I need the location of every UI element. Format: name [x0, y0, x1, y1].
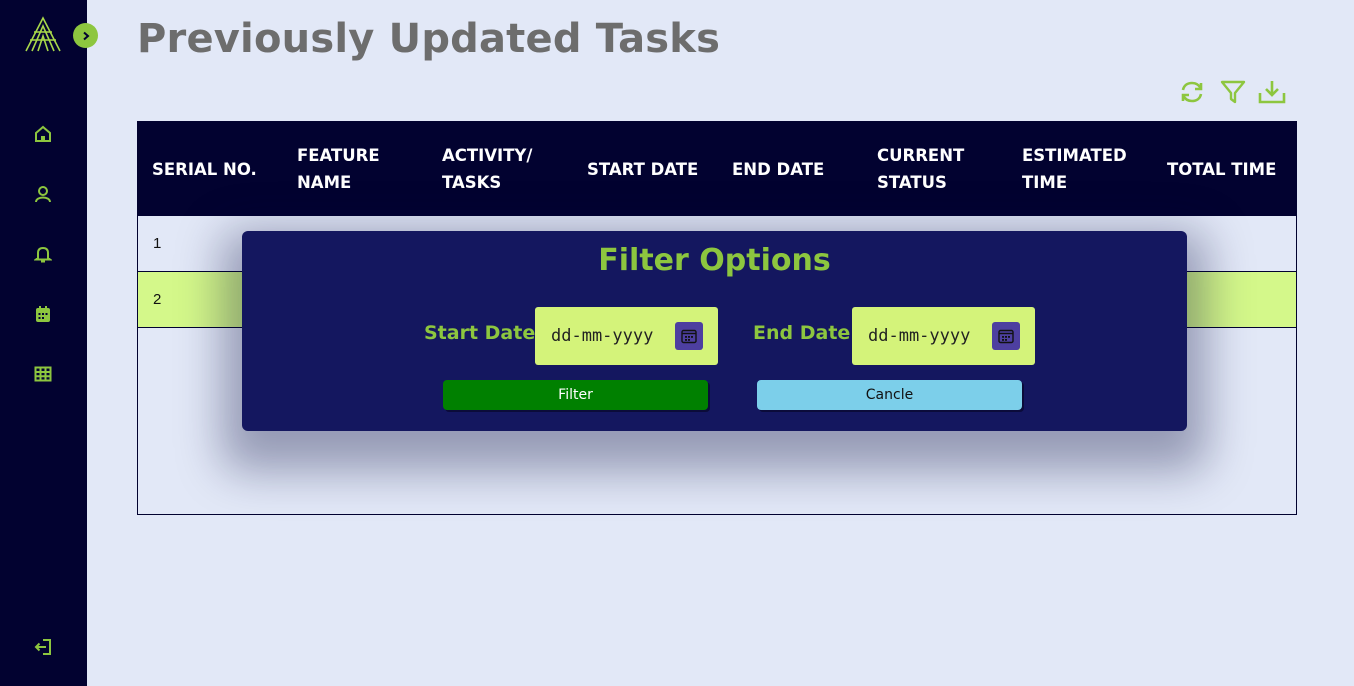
end-date-placeholder: dd-mm-yyyy — [868, 326, 971, 346]
calendar-icon — [34, 305, 52, 327]
end-date-input[interactable]: dd-mm-yyyy — [852, 307, 1035, 365]
download-button[interactable] — [1258, 80, 1286, 108]
start-date-placeholder: dd-mm-yyyy — [551, 326, 654, 346]
page-title: Previously Updated Tasks — [137, 16, 721, 62]
refresh-icon — [1179, 79, 1205, 109]
column-header[interactable]: CURRENT STATUS — [863, 122, 1008, 216]
sidebar-item-calendar[interactable] — [33, 306, 53, 326]
column-header[interactable]: ESTIMATED TIME — [1008, 122, 1153, 216]
table-header: SERIAL NO. FEATURE NAME ACTIVITY/ TASKS … — [138, 122, 1296, 216]
table-grid-icon — [34, 365, 52, 387]
end-date-label: End Date: — [753, 322, 858, 344]
logout-icon — [34, 638, 52, 660]
app-logo[interactable] — [24, 16, 62, 52]
serial-cell: 2 — [153, 291, 162, 308]
end-date-calendar-icon[interactable] — [992, 322, 1020, 350]
download-icon — [1258, 79, 1286, 109]
user-icon — [34, 185, 52, 207]
column-header[interactable]: SERIAL NO. — [138, 122, 283, 216]
home-icon — [34, 125, 52, 147]
filter-icon — [1220, 79, 1246, 109]
sidebar-item-notifications[interactable] — [33, 246, 53, 266]
filter-button[interactable]: Filter — [443, 380, 708, 410]
column-header[interactable]: TOTAL TIME — [1153, 122, 1298, 216]
modal-title: Filter Options — [598, 243, 831, 278]
bell-icon — [33, 245, 53, 267]
cancel-button[interactable]: Cancle — [757, 380, 1022, 410]
column-header[interactable]: FEATURE NAME — [283, 122, 428, 216]
column-header[interactable]: END DATE — [718, 122, 863, 216]
start-date-input[interactable]: dd-mm-yyyy — [535, 307, 718, 365]
chevron-right-icon — [81, 26, 91, 45]
refresh-button[interactable] — [1178, 80, 1206, 108]
sidebar — [0, 0, 98, 686]
column-header[interactable]: START DATE — [573, 122, 718, 216]
start-date-calendar-icon[interactable] — [675, 322, 703, 350]
filter-modal: Filter Options Start Date: dd-mm-yyyy En… — [242, 231, 1187, 431]
filter-button[interactable] — [1219, 80, 1247, 108]
sidebar-item-profile[interactable] — [33, 186, 53, 206]
sidebar-item-grid[interactable] — [33, 366, 53, 386]
sidebar-item-home[interactable] — [33, 125, 53, 147]
sidebar-expand-button[interactable] — [73, 23, 98, 48]
column-header[interactable]: ACTIVITY/ TASKS — [428, 122, 573, 216]
logout-button[interactable] — [33, 639, 53, 659]
start-date-label: Start Date: — [424, 322, 543, 344]
serial-cell: 1 — [153, 235, 162, 252]
